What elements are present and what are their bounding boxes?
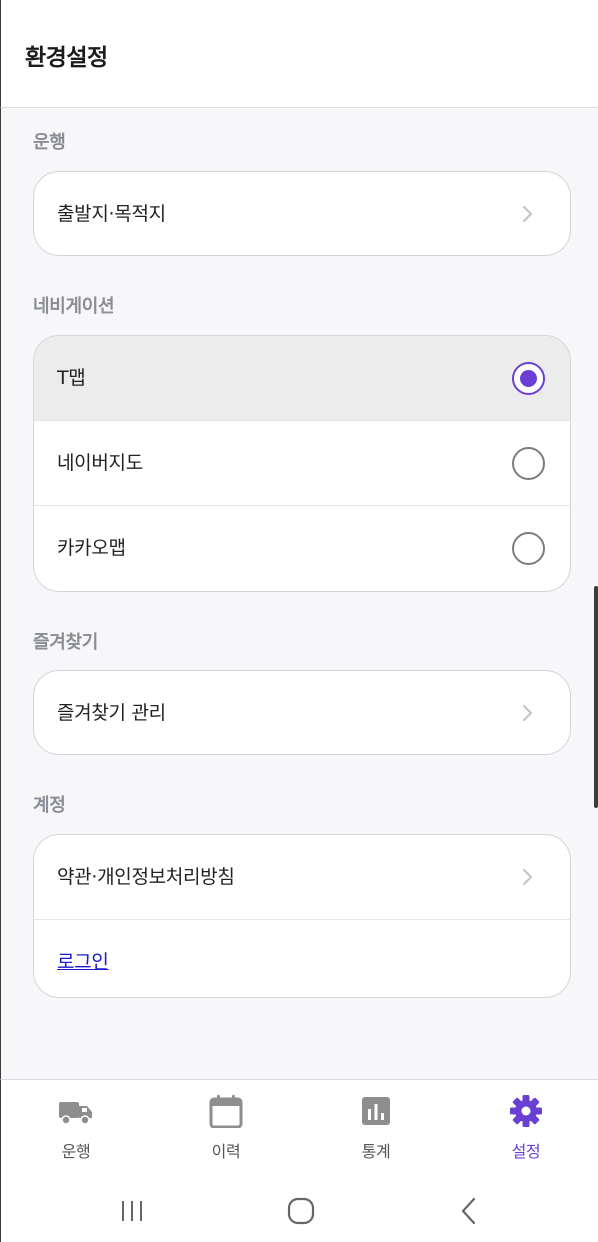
tab-label: 운행 (61, 1142, 91, 1161)
radio-unselected-icon[interactable] (512, 447, 545, 480)
account-card: 약관·개인정보처리방침 로그인 (33, 834, 571, 998)
terms-privacy-item[interactable]: 약관·개인정보처리방침 (34, 835, 570, 920)
section-label-navigation: 네비게이션 (33, 296, 115, 317)
navigation-card: T맵 네이버지도 카카오맵 (33, 335, 571, 592)
bar-chart-icon (362, 1097, 390, 1125)
tab-settings[interactable]: 설정 (476, 1080, 576, 1175)
origin-destination-item[interactable]: 출발지·목적지 (34, 172, 570, 255)
app-header: 환경설정 (0, 0, 598, 108)
tab-stats[interactable]: 통계 (326, 1080, 426, 1175)
nav-option-kakao[interactable]: 카카오맵 (34, 506, 570, 591)
settings-content[interactable]: 운행 출발지·목적지 네비게이션 T맵 네이버지도 카카오맵 즐겨찾기 즐겨찾기… (0, 108, 598, 1079)
radio-selected-icon[interactable] (512, 362, 545, 395)
login-item[interactable]: 로그인 (34, 920, 570, 997)
favorites-manage-label: 즐겨찾기 관리 (57, 702, 166, 724)
chevron-right-icon (522, 205, 533, 223)
nav-option-label: T맵 (57, 367, 86, 389)
scrollbar-thumb[interactable] (594, 586, 598, 808)
origin-destination-label: 출발지·목적지 (57, 203, 166, 225)
calendar-icon (209, 1095, 243, 1128)
nav-option-label: 카카오맵 (57, 537, 126, 559)
tab-drive[interactable]: 운행 (26, 1080, 126, 1175)
system-nav-bar (0, 1174, 598, 1242)
section-label-account: 계정 (33, 795, 66, 816)
gear-icon (510, 1095, 542, 1127)
nav-option-label: 네이버지도 (57, 452, 143, 474)
nav-option-tmap[interactable]: T맵 (34, 336, 570, 421)
section-label-drive: 운행 (33, 132, 66, 153)
page-title: 환경설정 (25, 45, 108, 71)
chevron-right-icon (522, 868, 533, 886)
drive-card: 출발지·목적지 (33, 171, 571, 256)
tab-history[interactable]: 이력 (176, 1080, 276, 1175)
radio-unselected-icon[interactable] (512, 532, 545, 565)
favorites-card: 즐겨찾기 관리 (33, 670, 571, 755)
tab-label: 통계 (361, 1142, 391, 1161)
favorites-manage-item[interactable]: 즐겨찾기 관리 (34, 671, 570, 754)
terms-privacy-label: 약관·개인정보처리방침 (57, 866, 235, 888)
back-icon[interactable] (454, 1196, 484, 1226)
tab-label: 이력 (211, 1142, 241, 1161)
tab-label: 설정 (511, 1142, 541, 1161)
chevron-right-icon (522, 704, 533, 722)
login-link[interactable]: 로그인 (57, 947, 109, 974)
bottom-tab-bar: 운행 이력 통계 설정 (0, 1079, 598, 1174)
section-label-favorites: 즐겨찾기 (33, 632, 99, 653)
recent-apps-icon[interactable] (118, 1196, 148, 1226)
nav-option-naver[interactable]: 네이버지도 (34, 421, 570, 506)
truck-icon (59, 1102, 92, 1125)
home-icon[interactable] (286, 1196, 316, 1226)
